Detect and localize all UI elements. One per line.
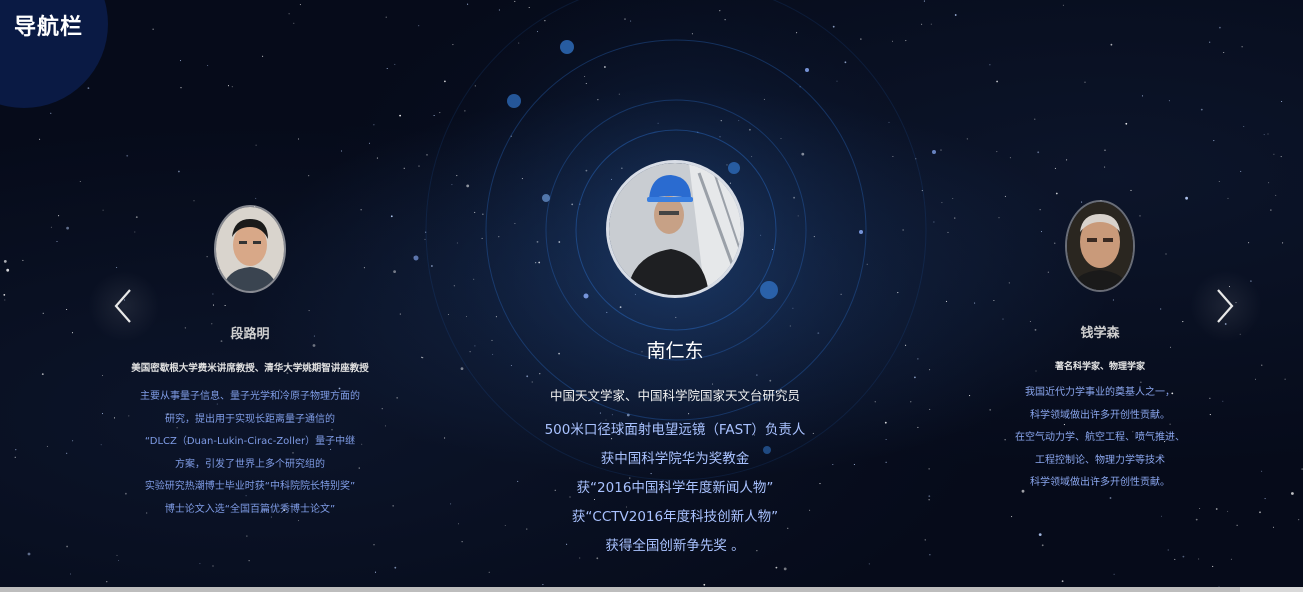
scientist-name: 钱学森 [1080, 326, 1120, 341]
carousel-stage: 导航栏 段路明 美国密歇根大学费米讲席教授、清华大学姚期智讲座教授 主要从事量子… [0, 0, 1303, 592]
description-line: 500米口径球面射电望远镜（FAST）负责人 [544, 422, 806, 438]
description-line: 获得全国创新争先奖 。 [605, 538, 745, 554]
description-line: 获“CCTV2016年度科技创新人物” [571, 509, 779, 525]
scientist-role: 中国天文学家、中国科学院国家天文台研究员 [549, 388, 800, 403]
scientist-role: 著名科学家、物理学家 [1054, 362, 1145, 372]
description-line: 我国近代力学事业的奠基人之一， [1025, 387, 1175, 398]
description-line: 方案，引发了世界上多个研究组的 [175, 458, 325, 470]
horizontal-scrollbar[interactable] [0, 587, 1303, 592]
orbit-planet [932, 150, 936, 154]
description-line: 工程控制论、物理力学等技术 [1035, 454, 1165, 466]
scientist-card-right[interactable]: 钱学森 著名科学家、物理学家 我国近代力学事业的奠基人之一， 科学领域做出许多开… [980, 200, 1220, 495]
description-line: 科学领域做出许多开创性贡献。 [1030, 477, 1170, 488]
scrollbar-thumb[interactable] [0, 587, 1240, 592]
description-line: “DLCZ（Duan-Lukin-Cirac-Zoller）量子中继 [144, 436, 356, 447]
description-line: 获中国科学院华为奖教金 [600, 451, 750, 467]
orbit-planet [560, 40, 574, 54]
orbit-planet [413, 255, 419, 261]
orbit-planet [507, 94, 521, 108]
avatar [214, 205, 286, 293]
scientist-card-center[interactable]: 南仁东 中国天文学家、中国科学院国家天文台研究员 500米口径球面射电望远镜（F… [500, 160, 850, 561]
description-line: 主要从事量子信息、量子光学和冷原子物理方面的 [140, 391, 360, 402]
scientist-card-left[interactable]: 段路明 美国密歇根大学费米讲席教授、清华大学姚期智讲座教授 主要从事量子信息、量… [100, 205, 400, 521]
description-line: 博士论文入选“全国百篇优秀博士论文” [164, 503, 336, 515]
description-line: 获“2016中国科学年度新闻人物” [576, 480, 774, 496]
description-line: 在空气动力学、航空工程、喷气推进、 [1015, 432, 1185, 443]
scientist-description: 主要从事量子信息、量子光学和冷原子物理方面的 研究，提出用于实现长距离量子通信的… [100, 386, 400, 521]
description-line: 实验研究热潮博士毕业时获“中科院院长特别奖” [144, 481, 356, 492]
scientist-role: 美国密歇根大学费米讲席教授、清华大学姚期智讲座教授 [131, 363, 369, 374]
avatar [606, 160, 744, 298]
scientist-description: 我国近代力学事业的奠基人之一， 科学领域做出许多开创性贡献。 在空气动力学、航空… [980, 382, 1220, 495]
scientist-name: 南仁东 [646, 340, 704, 362]
orbit-planet [805, 68, 809, 72]
description-line: 研究，提出用于实现长距离量子通信的 [165, 413, 335, 425]
avatar [1065, 200, 1135, 292]
orbit-planet [859, 230, 863, 234]
scientist-description: 500米口径球面射电望远镜（FAST）负责人 获中国科学院华为奖教金 获“201… [500, 416, 850, 561]
description-line: 科学领域做出许多开创性贡献。 [1030, 409, 1170, 421]
scientist-name: 段路明 [230, 327, 270, 342]
